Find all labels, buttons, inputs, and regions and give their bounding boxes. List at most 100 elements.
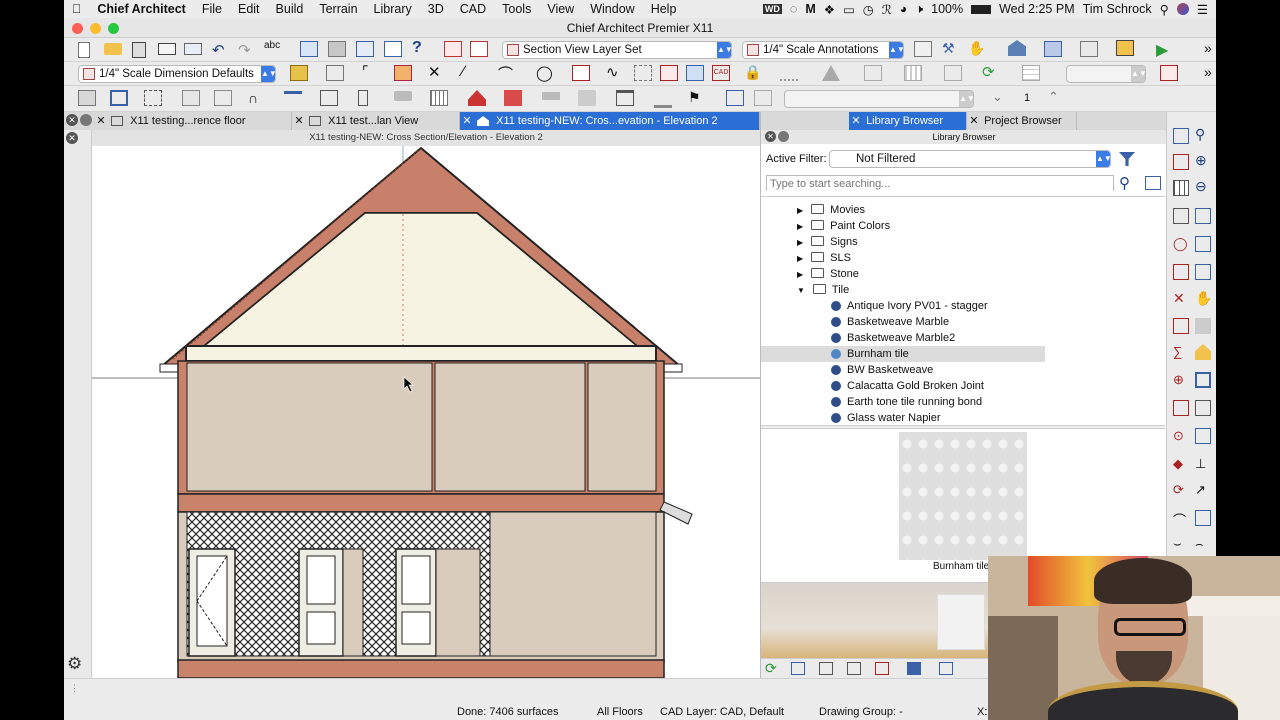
redo-icon[interactable]: ↷ xyxy=(238,41,256,59)
align-tool-icon[interactable] xyxy=(864,65,882,81)
dimension-defaults-select[interactable]: 1/4" Scale Dimension Defaults ▲▼ xyxy=(78,65,276,83)
refresh-library-icon[interactable]: ⟳ xyxy=(765,660,777,677)
malwarebytes-icon[interactable]: M xyxy=(805,2,815,16)
floor-select[interactable]: ▲▼ xyxy=(784,90,974,108)
cad-block-icon[interactable]: CAD xyxy=(712,65,730,81)
cross-section-icon[interactable]: ◯ xyxy=(1173,236,1189,252)
tree-folder-row[interactable]: ▶ Paint Colors xyxy=(797,218,890,234)
wifi-icon[interactable]: ◕ xyxy=(900,2,908,16)
house-settings-icon[interactable] xyxy=(1195,344,1211,360)
select-arrow-icon[interactable] xyxy=(78,90,96,106)
curve-edit-icon[interactable]: ⌢ xyxy=(1195,536,1211,552)
undo-icon[interactable]: ↶ xyxy=(212,41,230,59)
open-folder-icon[interactable] xyxy=(104,43,122,55)
apple-icon[interactable]:  xyxy=(64,2,89,16)
arc-icon[interactable]: ⌒ xyxy=(1173,510,1189,528)
curve-icon[interactable]: ⌣ xyxy=(1173,536,1189,552)
house-3d-icon[interactable] xyxy=(1008,40,1026,56)
layer-tools-icon[interactable] xyxy=(444,41,462,57)
cabinet-tool-icon[interactable] xyxy=(182,90,200,106)
tree-folder-row[interactable]: ▶ Signs xyxy=(797,234,858,250)
active-filter-select[interactable]: Not Filtered ▲▼ xyxy=(829,150,1111,168)
tree-item-row[interactable]: Basketweave Marble2 xyxy=(831,330,955,346)
lock-icon[interactable]: 🔒 xyxy=(744,64,762,80)
empty-select[interactable]: ▲▼ xyxy=(1066,65,1146,83)
camera-icon[interactable] xyxy=(1044,41,1062,57)
grid-tool-icon[interactable] xyxy=(904,65,922,81)
clock[interactable]: Wed 2:25 PM xyxy=(999,2,1075,16)
disclosure-triangle-open-icon[interactable]: ▼ xyxy=(797,286,805,295)
rotate-icon[interactable]: ⟳ xyxy=(1173,482,1189,498)
menu-cad[interactable]: CAD xyxy=(452,2,494,16)
library-view-icon[interactable] xyxy=(939,662,953,675)
slab-tool-icon[interactable] xyxy=(542,92,560,100)
menu-build[interactable]: Build xyxy=(268,2,312,16)
tree-item-row[interactable]: BW Basketweave xyxy=(831,362,933,378)
filter-funnel-icon[interactable] xyxy=(1119,152,1135,166)
disclosure-triangle-icon[interactable]: ▶ xyxy=(797,254,803,263)
menu-view[interactable]: View xyxy=(539,2,582,16)
panel-options-icon[interactable] xyxy=(778,131,789,142)
tool-selected-icon[interactable] xyxy=(328,41,346,57)
layer-check-icon[interactable] xyxy=(470,41,488,57)
close-tab-icon[interactable]: ✕ xyxy=(460,112,474,130)
siri-icon[interactable] xyxy=(1176,3,1189,15)
menu-tools[interactable]: Tools xyxy=(494,2,539,16)
tool-check-icon[interactable] xyxy=(384,41,402,57)
time-machine-icon[interactable]: ◷ xyxy=(863,2,874,17)
callout-tool-icon[interactable] xyxy=(394,65,412,81)
refresh-tool-icon[interactable]: ⟳ xyxy=(982,63,1000,81)
annotation-set-select[interactable]: 1/4" Scale Annotations ▲▼ xyxy=(742,41,904,59)
frame-icon[interactable] xyxy=(1195,372,1211,388)
framing-tool-icon[interactable] xyxy=(214,90,232,106)
menu-edit[interactable]: Edit xyxy=(230,2,268,16)
defaults-icon[interactable] xyxy=(914,41,932,57)
volume-icon[interactable]: 🕨 xyxy=(915,2,923,17)
shape-3d-icon[interactable] xyxy=(578,90,596,106)
menu-terrain[interactable]: Terrain xyxy=(311,2,365,16)
grid-view-icon[interactable] xyxy=(1173,180,1189,196)
tree-item-row[interactable]: Glass water Napier xyxy=(831,410,941,424)
line-tool-icon[interactable]: ∕ xyxy=(462,63,480,80)
callout-icon[interactable] xyxy=(1173,264,1189,280)
zoom-window-button[interactable] xyxy=(108,23,119,34)
fill-window-icon[interactable] xyxy=(1195,236,1211,252)
print-preview-icon[interactable] xyxy=(184,43,202,55)
render-icon[interactable] xyxy=(1080,41,1098,57)
print-area-icon[interactable]: ⊙ xyxy=(1173,428,1189,444)
wd-icon[interactable]: WD xyxy=(762,4,782,14)
person-tool-icon[interactable]: ⚑ xyxy=(688,89,706,105)
section-icon[interactable] xyxy=(1173,208,1189,224)
fill-tool-icon[interactable] xyxy=(634,65,652,81)
tag-icon[interactable]: ◆ xyxy=(1173,456,1189,472)
library-tool-icon[interactable] xyxy=(791,662,805,675)
resize-icon[interactable]: ↗ xyxy=(1195,482,1211,498)
battery-icon[interactable] xyxy=(971,4,992,14)
menu-app-name[interactable]: Chief Architect xyxy=(89,2,193,16)
marker-icon[interactable] xyxy=(1173,318,1189,334)
sync-icon[interactable]: ◌ xyxy=(790,2,797,16)
tab-reference-floor[interactable]: ✕ X11 testing...rence floor xyxy=(94,112,292,130)
tree-item-row[interactable]: Antique Ivory PV01 - stagger xyxy=(831,298,988,314)
table-tool-icon[interactable] xyxy=(1022,65,1040,81)
dimension-tool-icon[interactable] xyxy=(326,65,344,81)
library-edit-icon[interactable] xyxy=(875,662,889,675)
target-icon[interactable]: ⊕ xyxy=(1173,372,1189,388)
paint-tool-icon[interactable] xyxy=(1160,65,1178,81)
arc-tool-icon[interactable]: ⌒ xyxy=(498,63,516,83)
zoom-window-icon[interactable] xyxy=(1195,208,1211,224)
layer-set-select[interactable]: Section View Layer Set ▲▼ xyxy=(502,41,732,59)
menu-library[interactable]: Library xyxy=(366,2,420,16)
text-label-icon[interactable] xyxy=(660,65,678,81)
help-icon[interactable]: ? xyxy=(412,39,430,56)
library-grid-icon[interactable] xyxy=(430,90,448,106)
tab-elevation-2[interactable]: ✕ X11 testing-NEW: Cros...evation - Elev… xyxy=(460,112,760,130)
rectangle-tool-icon[interactable] xyxy=(572,65,590,81)
overflow-chevron-icon[interactable]: » xyxy=(1204,64,1222,80)
user-name[interactable]: Tim Schrock xyxy=(1083,2,1152,16)
snap-icon[interactable]: ⊥ xyxy=(1195,456,1211,472)
tree-folder-row[interactable]: ▶ Stone xyxy=(797,266,859,282)
spotlight-icon[interactable]: ⚲ xyxy=(1160,2,1169,17)
tab-plan-view[interactable]: ✕ X11 test...lan View xyxy=(292,112,460,130)
window-tool-icon[interactable] xyxy=(284,91,302,107)
